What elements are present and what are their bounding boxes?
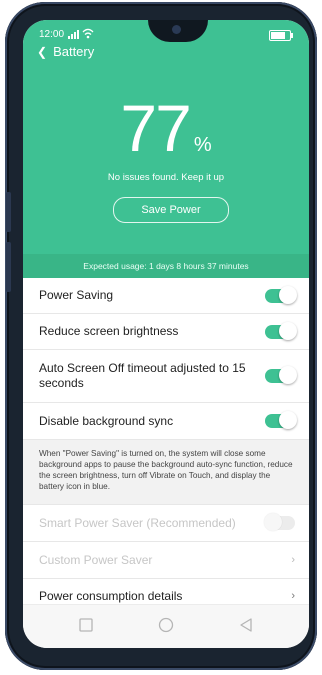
toggle-knob (279, 321, 297, 340)
triangle-back-icon[interactable] (237, 616, 255, 634)
status-time: 12:00 (39, 29, 65, 40)
battery-header: 12:00 ❮ Battery 77 % No issues found. Ke… (23, 20, 309, 278)
custom-power-saver-row[interactable]: Custom Power Saver › (23, 542, 309, 579)
battery-status-text: No issues found. Keep it up (107, 172, 225, 183)
save-power-button[interactable]: Save Power (113, 197, 229, 223)
phone-frame: 12:00 ❮ Battery 77 % No issues found. Ke… (5, 2, 317, 670)
toggle-knob (279, 366, 297, 384)
battery-icon (269, 30, 293, 41)
custom-power-saver-label: Custom Power Saver (39, 552, 153, 567)
chevron-left-icon: ❮ (37, 44, 48, 59)
square-icon[interactable] (77, 616, 95, 634)
expected-usage: Expected usage: 1 days 8 hours 37 minute… (23, 254, 309, 278)
reduce-brightness-label: Reduce screen brightness (39, 324, 179, 338)
auto-screen-off-row[interactable]: Auto Screen Off timeout adjusted to 15 s… (23, 350, 309, 403)
smart-power-saver-row[interactable]: Smart Power Saver (Recommended) (23, 505, 309, 542)
power-button (6, 242, 11, 292)
reduce-brightness-row[interactable]: Reduce screen brightness (23, 314, 309, 350)
battery-percent-value: 77 (120, 91, 191, 165)
chevron-right-icon: › (291, 590, 295, 602)
toggle-knob (279, 411, 297, 429)
reduce-brightness-toggle[interactable] (265, 321, 297, 340)
battery-icon-fill (271, 32, 285, 39)
power-saving-row[interactable]: Power Saving (23, 278, 309, 314)
toggle-knob (264, 513, 282, 531)
battery-percentage: 77% (23, 90, 309, 166)
auto-screen-off-label: Auto Screen Off timeout adjusted to 15 s… (39, 361, 246, 390)
auto-screen-off-toggle[interactable] (265, 366, 297, 384)
power-saving-description: When "Power Saving" is turned on, the sy… (23, 440, 309, 505)
smart-power-saver-toggle[interactable] (264, 513, 295, 531)
screen: 12:00 ❮ Battery 77 % No issues found. Ke… (23, 20, 309, 648)
power-consumption-label: Power consumption details (39, 588, 183, 603)
disable-bg-sync-label: Disable background sync (39, 413, 174, 428)
settings-list: Power Saving Reduce screen brightness Au… (23, 278, 309, 613)
volume-button (6, 192, 11, 232)
disable-bg-sync-toggle[interactable] (265, 411, 297, 429)
power-saving-label: Power Saving (39, 288, 114, 302)
wifi-icon (82, 28, 94, 39)
smart-power-saver-label: Smart Power Saver (Recommended) (39, 515, 236, 530)
camera-icon (172, 25, 181, 34)
navigation-bar (23, 604, 309, 648)
power-saving-toggle[interactable] (265, 285, 297, 304)
page-title: Battery (53, 44, 95, 59)
percent-sign: % (193, 134, 212, 156)
circle-icon[interactable] (157, 616, 175, 634)
disable-bg-sync-row[interactable]: Disable background sync (23, 403, 309, 440)
chevron-right-icon: › (291, 554, 295, 566)
toggle-knob (279, 285, 297, 304)
back-button[interactable]: ❮ Battery (37, 44, 94, 59)
